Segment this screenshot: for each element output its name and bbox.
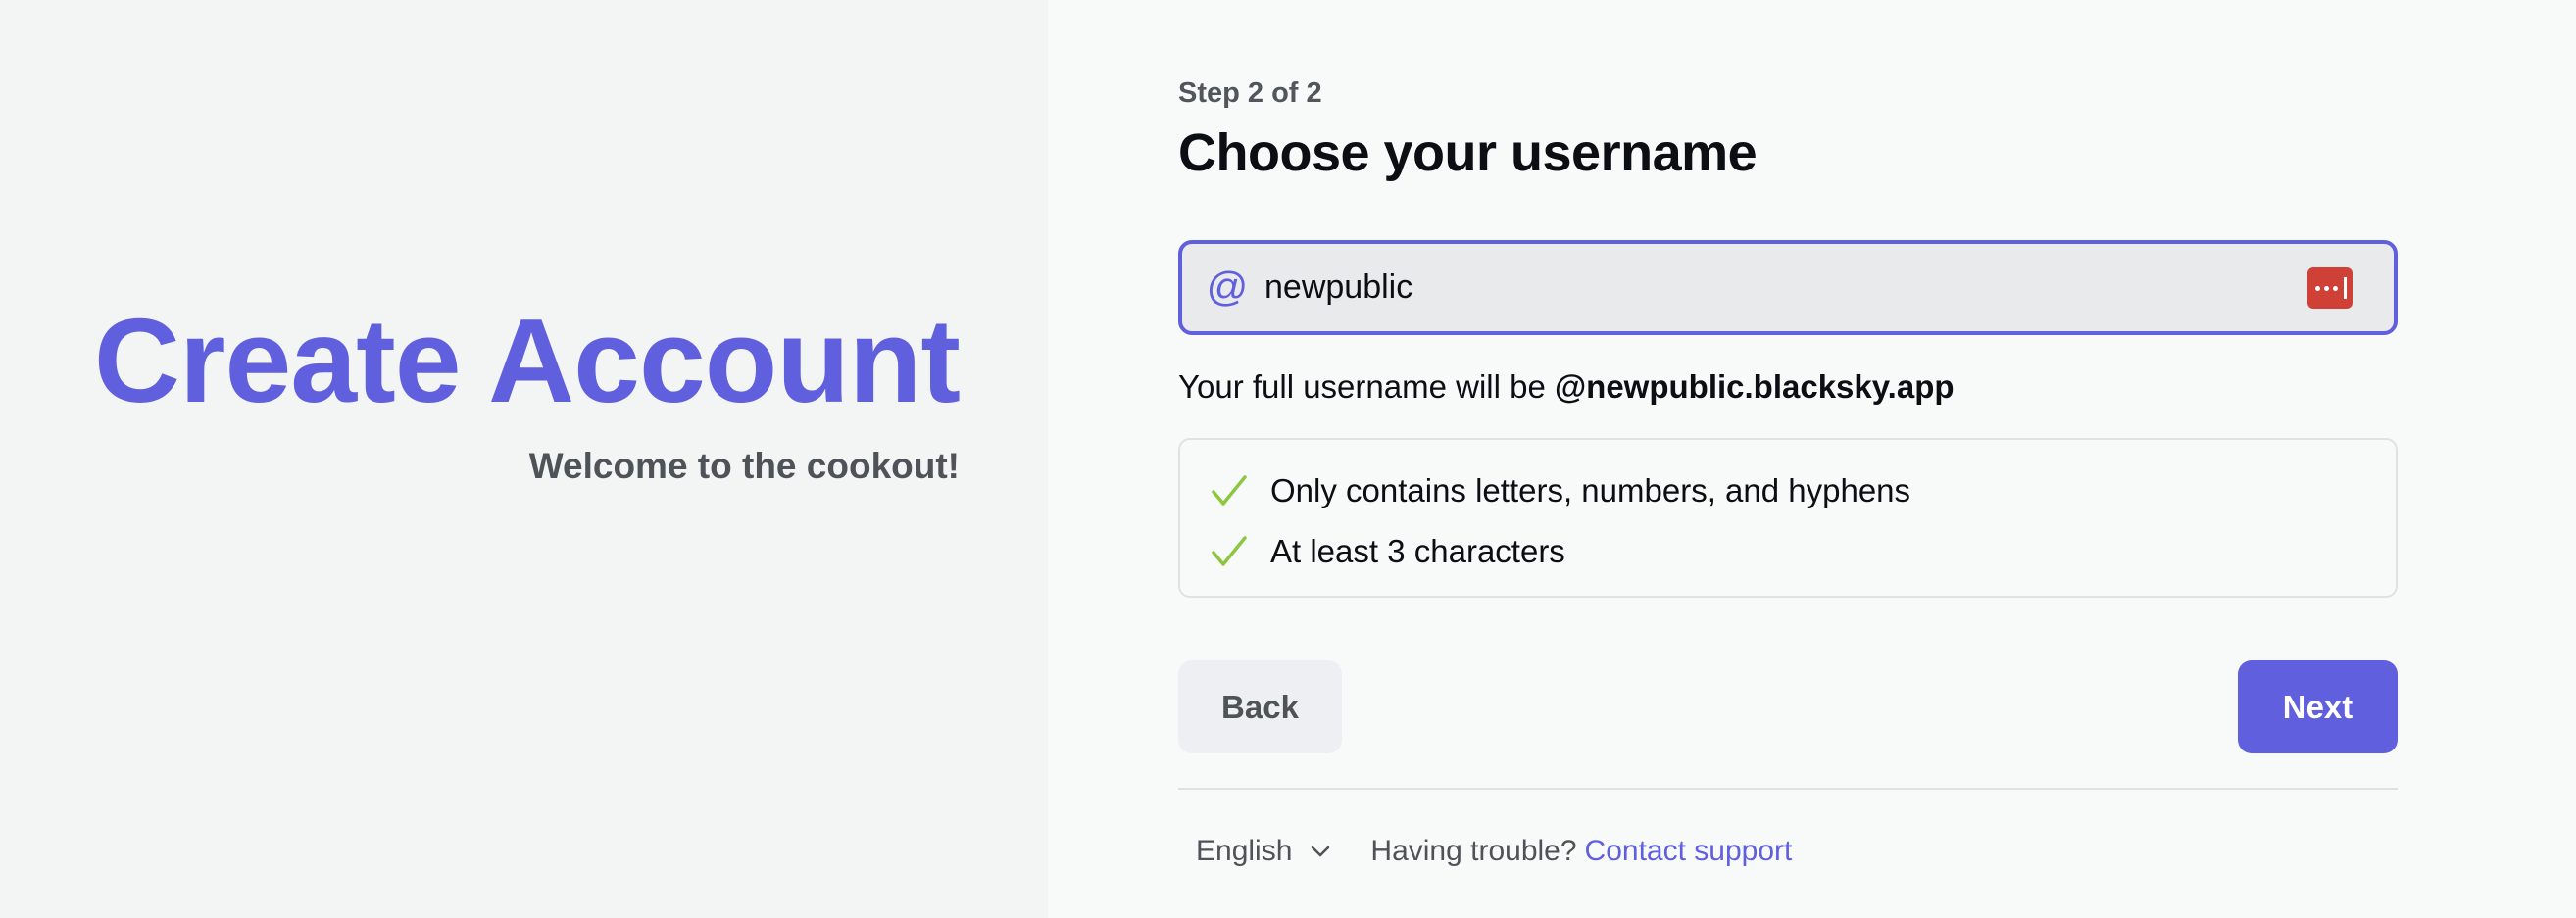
full-username-preview: Your full username will be @newpublic.bl… — [1178, 368, 1955, 406]
create-account-title: Create Account — [93, 294, 961, 427]
step-label: Step 2 of 2 — [1178, 77, 1322, 109]
chevron-down-icon — [1312, 846, 1330, 857]
right-pane: Step 2 of 2 Choose your username @ Your … — [1048, 0, 2576, 918]
full-username-prefix: Your full username will be — [1178, 368, 1555, 405]
trouble-text: Having trouble? — [1370, 835, 1577, 867]
checkmark-icon — [1212, 536, 1247, 566]
validation-text: Only contains letters, numbers, and hyph… — [1270, 472, 1911, 508]
welcome-subtitle: Welcome to the cookout! — [528, 446, 960, 486]
language-label: English — [1196, 835, 1293, 867]
footer: English Having trouble? Contact support — [1196, 835, 1792, 868]
username-input[interactable] — [1264, 244, 2245, 331]
validation-item: Only contains letters, numbers, and hyph… — [1210, 471, 1910, 510]
footer-divider — [1178, 788, 2398, 790]
language-select[interactable]: English — [1196, 835, 1333, 868]
validation-text: At least 3 characters — [1270, 533, 1565, 569]
handle-input-wrapper[interactable]: @ — [1178, 240, 2398, 335]
contact-support-link[interactable]: Contact support — [1585, 835, 1793, 868]
validation-item: At least 3 characters — [1210, 532, 1565, 571]
password-manager-icon[interactable] — [2307, 267, 2353, 309]
back-button[interactable]: Back — [1178, 660, 1342, 753]
next-button[interactable]: Next — [2238, 660, 2398, 753]
at-icon: @ — [1206, 264, 1249, 310]
form-title: Choose your username — [1178, 123, 1758, 182]
checkmark-icon — [1212, 475, 1247, 506]
full-username-value: @newpublic.blacksky.app — [1554, 368, 1955, 405]
left-pane: Create Account Welcome to the cookout! — [0, 0, 1048, 918]
validation-checklist: Only contains letters, numbers, and hyph… — [1178, 438, 2398, 598]
